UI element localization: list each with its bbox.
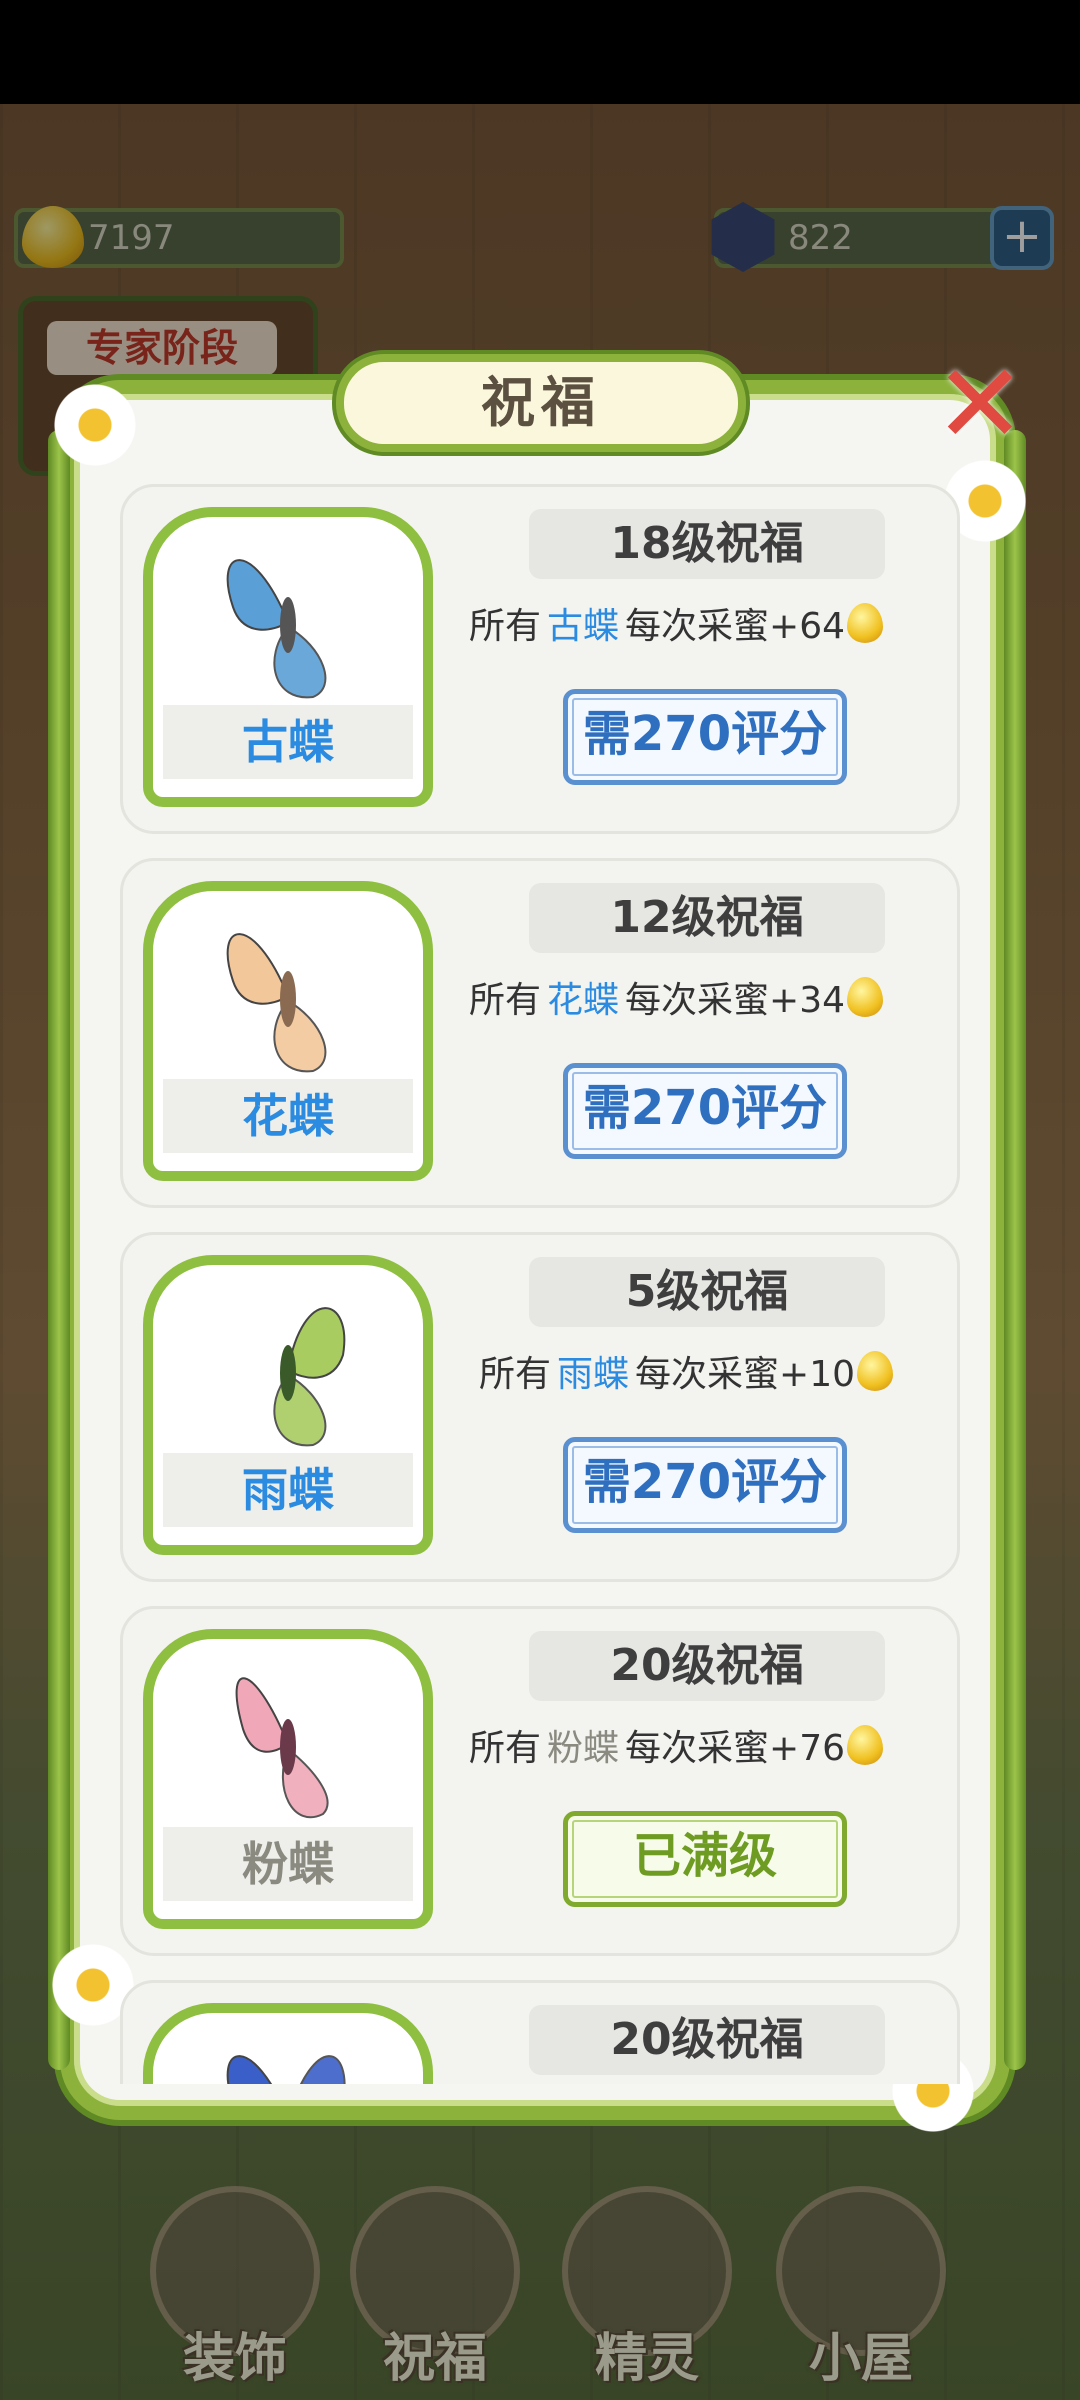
butterfly-icon	[235, 1677, 329, 1819]
honey-drop-icon	[847, 1725, 884, 1765]
upgrade-button[interactable]: 需270评分	[563, 1437, 847, 1533]
status-bar	[0, 0, 1080, 104]
desc-prefix: 所有	[479, 1354, 552, 1395]
blessing-list[interactable]: 古蝶 18级祝福 所有 古蝶 每次采蜜+64 需270评分 花蝶 12级祝福 所…	[120, 484, 960, 2084]
butterfly-portrait-frame: 古蝶	[143, 507, 433, 807]
blessing-level: 12级祝福	[529, 883, 885, 953]
nav-house[interactable]: 小屋	[766, 2186, 956, 2389]
butterfly-icon	[226, 2055, 346, 2084]
bottom-nav: 装饰 祝福 精灵 小屋	[0, 2160, 1080, 2400]
butterfly-icon	[273, 1307, 346, 1447]
blessing-level: 20级祝福	[529, 1631, 885, 1701]
butterfly-portrait-frame: 雨蝶	[143, 1255, 433, 1555]
desc-butterfly-name: 粉蝶	[547, 1728, 620, 1769]
blessing-level: 18级祝福	[529, 509, 885, 579]
nav-spirit[interactable]: 精灵	[552, 2186, 742, 2389]
upgrade-button[interactable]: 需270评分	[563, 1063, 847, 1159]
nav-label: 祝福	[382, 2329, 487, 2389]
blessing-card: 花蝶 12级祝福 所有 花蝶 每次采蜜+34 需270评分	[120, 858, 960, 1208]
desc-prefix: 所有	[469, 1728, 542, 1769]
nav-label: 小屋	[808, 2329, 913, 2389]
honey-drop-icon	[847, 977, 884, 1017]
blessing-description: 所有 粉蝶 每次采蜜+76	[469, 1715, 959, 1775]
blessing-card: 粉蝶 20级祝福 所有 粉蝶 每次采蜜+76 已满级	[120, 1606, 960, 1956]
blessing-level: 20级祝福	[529, 2005, 885, 2075]
blessing-description: 所有 古蝶 每次采蜜+64	[469, 593, 959, 653]
desc-suffix: 每次采蜜+76	[625, 1728, 846, 1769]
close-button[interactable]: ✕	[930, 349, 1030, 459]
nav-decoration[interactable]: 装饰	[140, 2186, 330, 2389]
blessing-card: 古蝶 18级祝福 所有 古蝶 每次采蜜+64 需270评分	[120, 484, 960, 834]
butterfly-name: 花蝶	[163, 1079, 413, 1153]
nav-label: 精灵	[594, 2329, 699, 2389]
desc-suffix: 每次采蜜+10	[635, 1354, 856, 1395]
desc-butterfly-name: 古蝶	[547, 606, 620, 647]
honey-drop-icon	[847, 603, 884, 643]
butterfly-name: 古蝶	[163, 705, 413, 779]
desc-prefix: 所有	[469, 606, 542, 647]
blessing-card: 20级祝福	[120, 1980, 960, 2084]
butterfly-icon	[226, 559, 327, 699]
desc-suffix: 每次采蜜+64	[625, 606, 846, 647]
butterfly-portrait-frame	[143, 2003, 433, 2084]
blessing-card: 雨蝶 5级祝福 所有 雨蝶 每次采蜜+10 需270评分	[120, 1232, 960, 1582]
upgrade-button[interactable]: 需270评分	[563, 689, 847, 785]
daisy-flower-icon	[50, 380, 140, 470]
desc-butterfly-name: 雨蝶	[557, 1354, 630, 1395]
butterfly-icon	[226, 933, 327, 1073]
vine-decoration-right	[1004, 430, 1026, 2070]
honey-drop-icon	[857, 1351, 894, 1391]
blessing-level: 5级祝福	[529, 1257, 885, 1327]
dialog-title: 祝福	[336, 354, 746, 452]
butterfly-name: 雨蝶	[163, 1453, 413, 1527]
blessing-description: 所有 花蝶 每次采蜜+34	[469, 967, 959, 1027]
desc-prefix: 所有	[469, 980, 542, 1021]
butterfly-portrait-frame: 花蝶	[143, 881, 433, 1181]
desc-butterfly-name: 花蝶	[547, 980, 620, 1021]
blessing-description: 所有 雨蝶 每次采蜜+10	[479, 1341, 960, 1401]
nav-label: 装饰	[182, 2329, 287, 2389]
butterfly-name: 粉蝶	[163, 1827, 413, 1901]
desc-suffix: 每次采蜜+34	[625, 980, 846, 1021]
butterfly-portrait-frame: 粉蝶	[143, 1629, 433, 1929]
max-level-button[interactable]: 已满级	[563, 1811, 847, 1907]
nav-blessing[interactable]: 祝福	[340, 2186, 530, 2389]
vine-decoration-left	[48, 430, 70, 2070]
